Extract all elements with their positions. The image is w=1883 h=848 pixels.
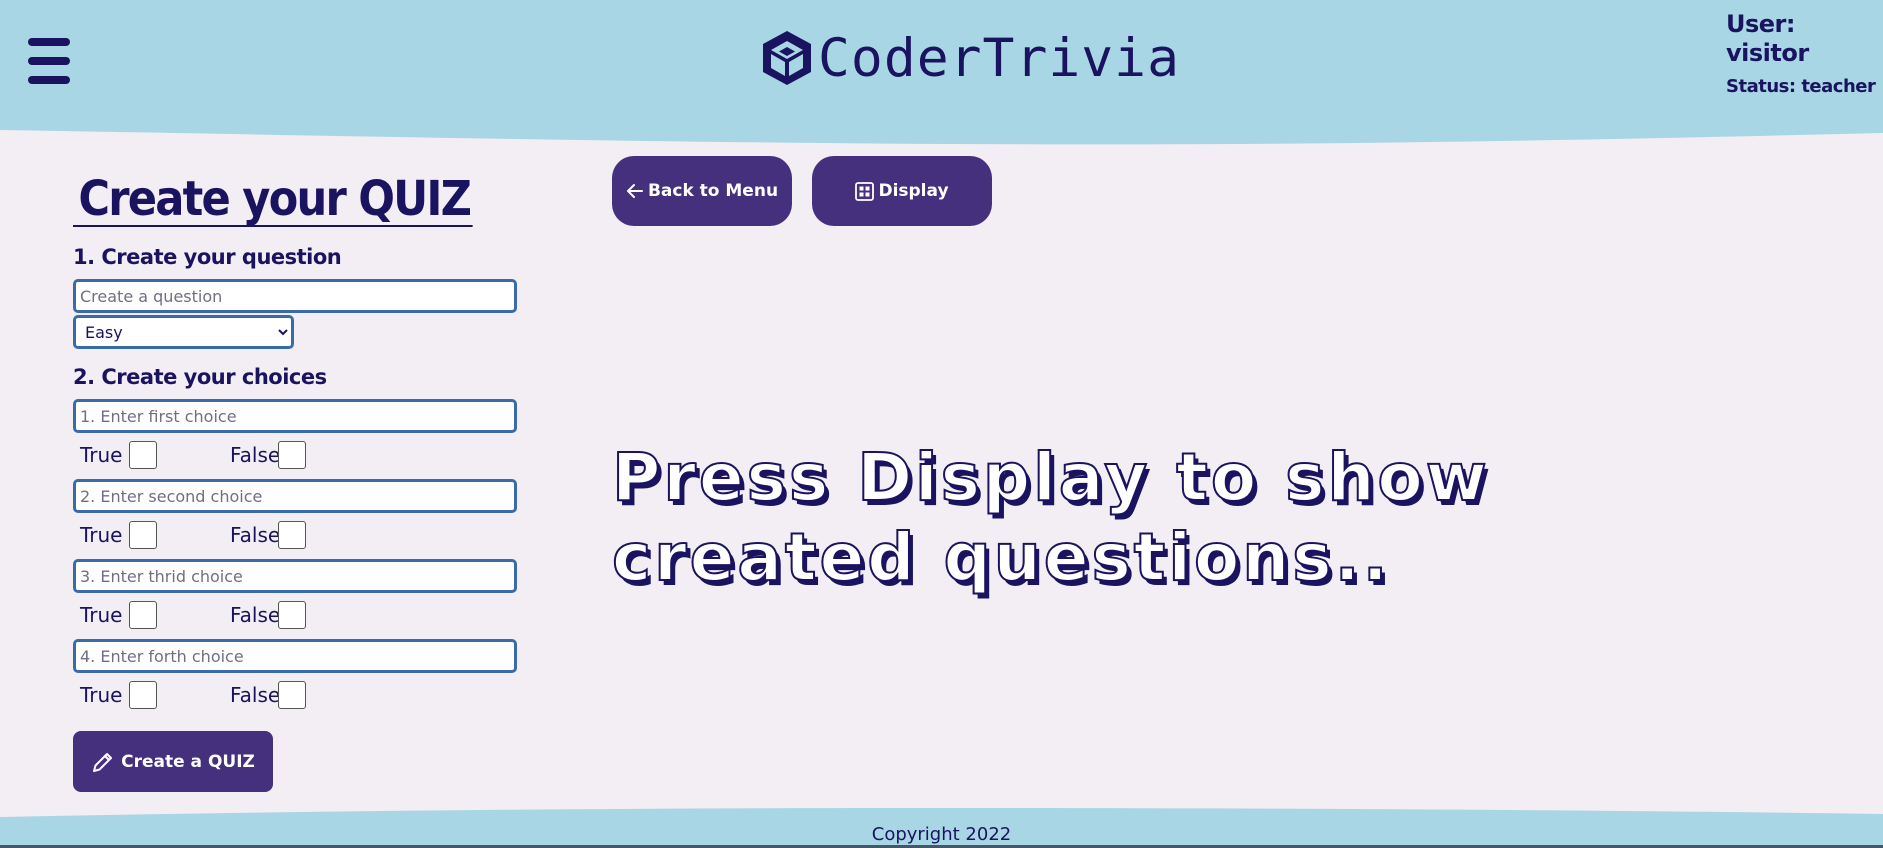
app-name: CoderTrivia [818, 27, 1180, 89]
user-info: User: visitor Status: teacher [1726, 10, 1876, 97]
form-title: Create your QUIZ [73, 170, 473, 227]
difficulty-select[interactable]: Easy [73, 315, 294, 349]
user-name: visitor [1726, 39, 1809, 67]
choice-group: True False [73, 399, 523, 479]
true-label: True [80, 683, 123, 707]
choice-group: True False [73, 639, 523, 719]
choice-4-true-checkbox[interactable] [129, 681, 157, 709]
empty-state-message: Press Display to show created questions.… [611, 438, 1490, 597]
choice-4-true-false: True False [73, 673, 523, 719]
false-label: False [230, 683, 281, 707]
display-button[interactable]: Display [812, 156, 992, 226]
true-label: True [80, 443, 123, 467]
choice-2-input[interactable] [73, 479, 517, 513]
user-status: Status: teacher [1726, 76, 1876, 97]
choice-1-true-false: True False [73, 433, 523, 479]
choice-1-false-checkbox[interactable] [278, 441, 306, 469]
step1-title: 1. Create your question [73, 245, 342, 269]
true-label: True [80, 603, 123, 627]
create-quiz-label: Create a QUIZ [121, 751, 255, 772]
step2-title: 2. Create your choices [73, 365, 327, 389]
choice-3-input[interactable] [73, 559, 517, 593]
hamburger-menu-icon[interactable] [28, 38, 70, 84]
choice-2-true-false: True False [73, 513, 523, 559]
choice-2-true-checkbox[interactable] [129, 521, 157, 549]
false-label: False [230, 523, 281, 547]
create-button-wrap: Create a QUIZ [73, 731, 523, 792]
display-label: Display [878, 181, 949, 201]
create-quiz-form: Create your QUIZ 1. Create your question… [73, 170, 523, 792]
choice-4-input[interactable] [73, 639, 517, 673]
choice-1-true-checkbox[interactable] [129, 441, 157, 469]
true-label: True [80, 523, 123, 547]
site-footer: Copyright 2022 [0, 806, 1883, 848]
choice-1-input[interactable] [73, 399, 517, 433]
user-label: User: [1726, 10, 1795, 38]
choice-3-true-checkbox[interactable] [129, 601, 157, 629]
choice-3-true-false: True False [73, 593, 523, 639]
site-header: CoderTrivia User: visitor Status: teache… [0, 0, 1883, 148]
choice-4-false-checkbox[interactable] [278, 681, 306, 709]
choice-2-false-checkbox[interactable] [278, 521, 306, 549]
grid-icon [855, 181, 875, 201]
false-label: False [230, 603, 281, 627]
choice-group: True False [73, 479, 523, 559]
back-to-menu-button[interactable]: Back to Menu [612, 156, 792, 226]
pencil-icon [93, 752, 113, 772]
arrow-left-icon [626, 184, 643, 198]
choice-group: True False [73, 559, 523, 639]
brand[interactable]: CoderTrivia [760, 26, 1180, 90]
false-label: False [230, 443, 281, 467]
question-input[interactable] [73, 279, 517, 313]
choice-3-false-checkbox[interactable] [278, 601, 306, 629]
create-quiz-button[interactable]: Create a QUIZ [73, 731, 273, 792]
copyright-text: Copyright 2022 [871, 824, 1012, 845]
cube-logo-icon [763, 31, 811, 85]
back-to-menu-label: Back to Menu [647, 181, 779, 201]
